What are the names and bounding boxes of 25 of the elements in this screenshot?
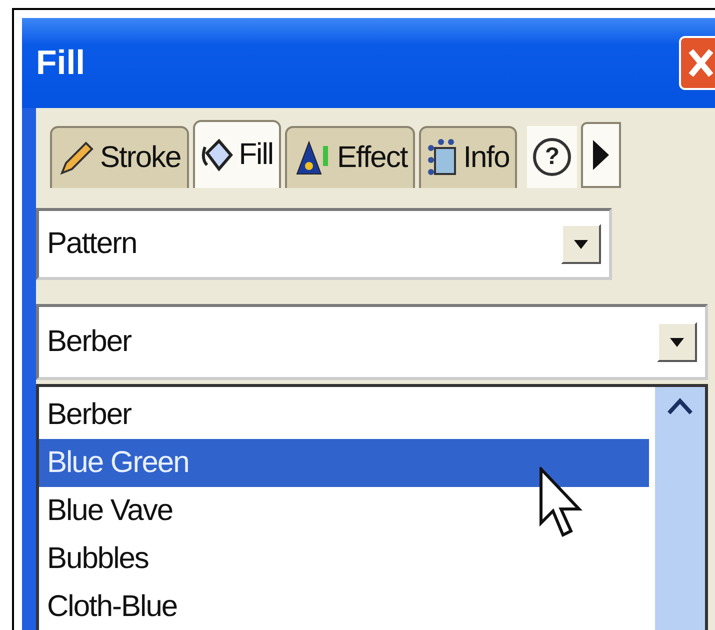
- right-arrow-icon: [593, 140, 610, 170]
- list-item[interactable]: Blue Vave: [39, 487, 649, 535]
- list-item[interactable]: Bubbles: [39, 535, 649, 583]
- caret-icon: [670, 338, 684, 346]
- pencil-icon: [58, 139, 96, 177]
- swatch-dropdown[interactable]: Berber: [36, 304, 708, 380]
- tab[interactable]: Fill: [192, 120, 282, 188]
- mouse-cursor-icon: [539, 467, 583, 539]
- tab[interactable]: Stroke: [50, 126, 189, 188]
- next-tab-button[interactable]: [581, 122, 622, 188]
- list-item[interactable]: Blue Green: [39, 439, 649, 487]
- scroll-up-icon: [667, 397, 693, 415]
- help-button[interactable]: ?: [527, 126, 578, 188]
- caret-icon: [574, 240, 588, 248]
- list-item[interactable]: Berber: [39, 391, 649, 439]
- close-icon: [688, 48, 714, 78]
- tab[interactable]: Effect: [285, 126, 416, 188]
- dropdown-button[interactable]: [657, 322, 697, 362]
- dropdown-button[interactable]: [561, 224, 601, 264]
- scrollbar[interactable]: [655, 387, 705, 630]
- tab[interactable]: Info: [419, 126, 518, 188]
- window-title: Fill: [36, 44, 86, 82]
- fill-mode-dropdown[interactable]: Pattern: [36, 208, 612, 280]
- list-item[interactable]: Cloth-Blue: [39, 583, 649, 630]
- close-button[interactable]: [679, 36, 715, 90]
